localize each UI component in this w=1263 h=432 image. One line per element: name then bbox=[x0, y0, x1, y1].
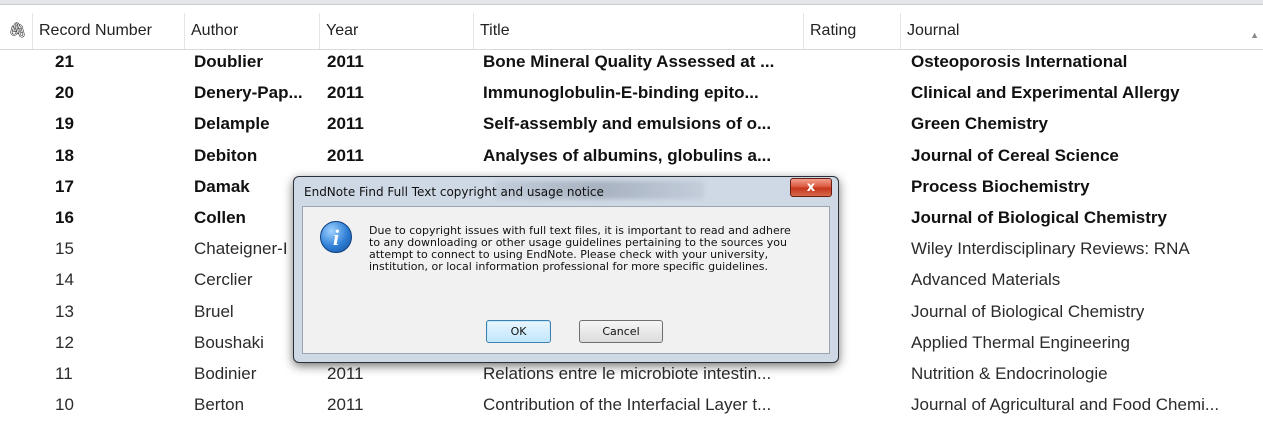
cell-journal: Wiley Interdisciplinary Reviews: RNA bbox=[911, 239, 1190, 259]
cell-record: 18 bbox=[55, 145, 74, 165]
cell-title: Self-assembly and emulsions of o... bbox=[483, 114, 772, 134]
cell-record: 20 bbox=[55, 83, 74, 103]
cell-year: 2011 bbox=[327, 145, 364, 165]
cell-journal: Process Biochemistry bbox=[911, 176, 1090, 196]
paperclip-icon: 🖇︎ bbox=[8, 22, 28, 39]
cell-author: Berton bbox=[194, 395, 245, 415]
cell-record: 19 bbox=[55, 114, 74, 134]
table-row[interactable]: 20 Denery-Pap... 2011 Immunoglobulin-E-bind… bbox=[0, 77, 1263, 109]
cell-author: Debiton bbox=[194, 145, 258, 165]
cell-author: Denery-Pap... bbox=[194, 83, 303, 103]
attachment-column-header[interactable]: 🖇︎ bbox=[0, 13, 33, 49]
table-row[interactable]: 10 Berton 2011 Contribution of the Interfac… bbox=[0, 389, 1263, 421]
top-border bbox=[0, 0, 1263, 5]
info-icon: i bbox=[320, 221, 352, 253]
cell-journal: Applied Thermal Engineering bbox=[911, 332, 1130, 352]
cell-journal: Journal of Agricultural and Food Chemi..… bbox=[911, 395, 1220, 415]
cell-journal: Osteoporosis International bbox=[911, 52, 1128, 71]
table-row[interactable]: 18 Debiton 2011 Analyses of albumins, globu… bbox=[0, 140, 1263, 172]
cell-title: Contribution of the Interfacial Layer t.… bbox=[483, 395, 772, 415]
cell-year: 2011 bbox=[327, 395, 364, 415]
cell-record: 11 bbox=[55, 364, 73, 383]
dialog-body: i Due to copyright issues with full text… bbox=[302, 206, 830, 354]
cell-title: Analyses of albumins, globulins a... bbox=[483, 145, 772, 165]
cell-title: Bone Mineral Quality Assessed at ... bbox=[483, 52, 775, 71]
cell-record: 10 bbox=[55, 395, 74, 415]
cell-journal: Advanced Materials bbox=[911, 270, 1061, 290]
cell-record: 13 bbox=[55, 301, 74, 321]
column-header: 🖇︎ Record Number Author Year Title Ratin… bbox=[0, 13, 1263, 50]
copyright-notice-dialog: EndNote Find Full Text copyright and usa… bbox=[293, 176, 839, 363]
cell-year: 2011 bbox=[327, 114, 364, 134]
cell-year: 2011 bbox=[327, 52, 364, 71]
ok-button[interactable]: OK bbox=[486, 320, 551, 343]
dialog-title: EndNote Find Full Text copyright and usa… bbox=[304, 185, 604, 199]
column-header-journal[interactable]: Journal bbox=[901, 13, 1253, 49]
cell-record: 12 bbox=[55, 332, 74, 352]
cell-journal: Clinical and Experimental Allergy bbox=[911, 83, 1180, 103]
cell-record: 21 bbox=[55, 52, 74, 71]
cell-record: 16 bbox=[55, 208, 74, 227]
cell-journal: Journal of Biological Chemistry bbox=[911, 301, 1145, 321]
column-header-rating[interactable]: Rating bbox=[804, 13, 901, 49]
column-header-record-number[interactable]: Record Number bbox=[33, 13, 185, 49]
column-header-title[interactable]: Title bbox=[474, 13, 804, 49]
cancel-button[interactable]: Cancel bbox=[579, 320, 663, 343]
cell-journal: Journal of Cereal Science bbox=[911, 145, 1119, 165]
cell-record: 17 bbox=[55, 176, 74, 196]
table-row[interactable]: 21 Doublier 2011 Bone Mineral Quality Asses… bbox=[0, 46, 1263, 78]
cell-journal: Green Chemistry bbox=[911, 114, 1048, 134]
cell-journal: Nutrition & Endocrinologie bbox=[911, 364, 1108, 383]
cell-record: 14 bbox=[55, 270, 74, 290]
column-header-year[interactable]: Year bbox=[320, 13, 474, 49]
scroll-up-arrow-icon[interactable]: ▲ bbox=[1250, 30, 1259, 40]
table-row[interactable]: 19 Delample 2011 Self-assembly and emulsion… bbox=[0, 108, 1263, 140]
dialog-close-button[interactable]: x bbox=[790, 178, 832, 197]
cell-record: 15 bbox=[55, 239, 74, 259]
cell-journal: Journal of Biological Chemistry bbox=[911, 208, 1167, 227]
cell-author: Doublier bbox=[194, 52, 263, 71]
cell-title: Immunoglobulin-E-binding epito... bbox=[483, 83, 759, 103]
cell-author: Delample bbox=[194, 114, 270, 134]
column-header-author[interactable]: Author bbox=[185, 13, 320, 49]
dialog-message: Due to copyright issues with full text f… bbox=[369, 224, 791, 273]
cell-year: 2011 bbox=[327, 83, 364, 103]
